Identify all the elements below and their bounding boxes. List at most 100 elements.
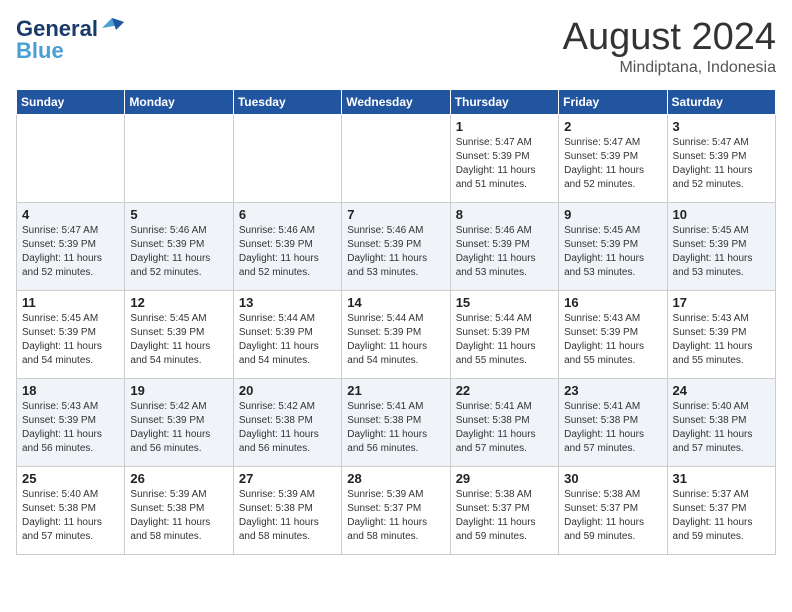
table-row	[17, 115, 125, 203]
day-info: Sunrise: 5:46 AM Sunset: 5:39 PM Dayligh…	[239, 224, 336, 280]
col-thursday: Thursday	[450, 90, 558, 115]
day-info: Sunrise: 5:39 AM Sunset: 5:38 PM Dayligh…	[130, 488, 227, 544]
table-row: 24 Sunrise: 5:40 AM Sunset: 5:38 PM Dayli…	[667, 379, 775, 467]
day-number: 31	[673, 471, 770, 486]
table-row: 8 Sunrise: 5:46 AM Sunset: 5:39 PM Daylig…	[450, 203, 558, 291]
day-info: Sunrise: 5:41 AM Sunset: 5:38 PM Dayligh…	[564, 400, 661, 456]
table-row: 20 Sunrise: 5:42 AM Sunset: 5:38 PM Dayli…	[233, 379, 341, 467]
day-info: Sunrise: 5:37 AM Sunset: 5:37 PM Dayligh…	[673, 488, 770, 544]
table-row: 7 Sunrise: 5:46 AM Sunset: 5:39 PM Daylig…	[342, 203, 450, 291]
table-row: 30 Sunrise: 5:38 AM Sunset: 5:37 PM Dayli…	[559, 467, 667, 555]
table-row: 14 Sunrise: 5:44 AM Sunset: 5:39 PM Dayli…	[342, 291, 450, 379]
day-info: Sunrise: 5:45 AM Sunset: 5:39 PM Dayligh…	[673, 224, 770, 280]
day-info: Sunrise: 5:40 AM Sunset: 5:38 PM Dayligh…	[22, 488, 119, 544]
day-info: Sunrise: 5:43 AM Sunset: 5:39 PM Dayligh…	[22, 400, 119, 456]
day-info: Sunrise: 5:44 AM Sunset: 5:39 PM Dayligh…	[347, 312, 444, 368]
col-saturday: Saturday	[667, 90, 775, 115]
day-number: 9	[564, 207, 661, 222]
day-info: Sunrise: 5:46 AM Sunset: 5:39 PM Dayligh…	[456, 224, 553, 280]
table-row: 28 Sunrise: 5:39 AM Sunset: 5:37 PM Dayli…	[342, 467, 450, 555]
day-info: Sunrise: 5:43 AM Sunset: 5:39 PM Dayligh…	[673, 312, 770, 368]
logo: General Blue	[16, 16, 124, 64]
table-row: 17 Sunrise: 5:43 AM Sunset: 5:39 PM Dayli…	[667, 291, 775, 379]
table-row: 22Sunrise: 5:41 AM Sunset: 5:38 PM Dayli…	[450, 379, 558, 467]
day-number: 28	[347, 471, 444, 486]
day-info: Sunrise: 5:46 AM Sunset: 5:39 PM Dayligh…	[347, 224, 444, 280]
day-info: Sunrise: 5:38 AM Sunset: 5:37 PM Dayligh…	[564, 488, 661, 544]
logo-blue-text: Blue	[16, 38, 64, 64]
table-row: 23 Sunrise: 5:41 AM Sunset: 5:38 PM Dayli…	[559, 379, 667, 467]
table-row: 10 Sunrise: 5:45 AM Sunset: 5:39 PM Dayli…	[667, 203, 775, 291]
day-number: 12	[130, 295, 227, 310]
location-subtitle: Mindiptana, Indonesia	[563, 59, 776, 77]
table-row: 19Sunrise: 5:42 AM Sunset: 5:39 PM Dayli…	[125, 379, 233, 467]
day-info: Sunrise: 5:47 AM Sunset: 5:39 PM Dayligh…	[22, 224, 119, 280]
calendar-week-row: 11 Sunrise: 5:45 AM Sunset: 5:39 PM Dayli…	[17, 291, 776, 379]
day-number: 17	[673, 295, 770, 310]
day-number: 5	[130, 207, 227, 222]
day-info: Sunrise: 5:42 AM Sunset: 5:38 PM Dayligh…	[239, 400, 336, 456]
calendar-week-row: 18Sunrise: 5:43 AM Sunset: 5:39 PM Dayli…	[17, 379, 776, 467]
day-number: 21	[347, 383, 444, 398]
table-row: 11 Sunrise: 5:45 AM Sunset: 5:39 PM Dayli…	[17, 291, 125, 379]
table-row: 21 Sunrise: 5:41 AM Sunset: 5:38 PM Dayli…	[342, 379, 450, 467]
table-row: 1 Sunrise: 5:47 AM Sunset: 5:39 PM Daylig…	[450, 115, 558, 203]
calendar-header-row: Sunday Monday Tuesday Wednesday Thursday…	[17, 90, 776, 115]
day-number: 8	[456, 207, 553, 222]
day-number: 16	[564, 295, 661, 310]
table-row: 15 Sunrise: 5:44 AM Sunset: 5:39 PM Dayli…	[450, 291, 558, 379]
day-info: Sunrise: 5:41 AM Sunset: 5:38 PM Dayligh…	[347, 400, 444, 456]
day-info: Sunrise: 5:47 AM Sunset: 5:39 PM Dayligh…	[456, 136, 553, 192]
day-info: Sunrise: 5:44 AM Sunset: 5:39 PM Dayligh…	[239, 312, 336, 368]
table-row: 25 Sunrise: 5:40 AM Sunset: 5:38 PM Dayli…	[17, 467, 125, 555]
col-monday: Monday	[125, 90, 233, 115]
day-number: 7	[347, 207, 444, 222]
day-info: Sunrise: 5:43 AM Sunset: 5:39 PM Dayligh…	[564, 312, 661, 368]
table-row: 9 Sunrise: 5:45 AM Sunset: 5:39 PM Daylig…	[559, 203, 667, 291]
col-wednesday: Wednesday	[342, 90, 450, 115]
day-number: 6	[239, 207, 336, 222]
day-number: 3	[673, 119, 770, 134]
table-row: 16 Sunrise: 5:43 AM Sunset: 5:39 PM Dayli…	[559, 291, 667, 379]
table-row	[342, 115, 450, 203]
day-number: 30	[564, 471, 661, 486]
header: General Blue August 2024 Mindiptana, Ind…	[16, 16, 776, 77]
day-info: Sunrise: 5:47 AM Sunset: 5:39 PM Dayligh…	[673, 136, 770, 192]
day-info: Sunrise: 5:39 AM Sunset: 5:37 PM Dayligh…	[347, 488, 444, 544]
day-number: 24	[673, 383, 770, 398]
day-info: Sunrise: 5:40 AM Sunset: 5:38 PM Dayligh…	[673, 400, 770, 456]
col-tuesday: Tuesday	[233, 90, 341, 115]
calendar-week-row: 1 Sunrise: 5:47 AM Sunset: 5:39 PM Daylig…	[17, 115, 776, 203]
day-number: 2	[564, 119, 661, 134]
day-info: Sunrise: 5:45 AM Sunset: 5:39 PM Dayligh…	[130, 312, 227, 368]
table-row: 27Sunrise: 5:39 AM Sunset: 5:38 PM Dayli…	[233, 467, 341, 555]
day-number: 19	[130, 383, 227, 398]
month-year-title: August 2024	[563, 16, 776, 59]
day-info: Sunrise: 5:44 AM Sunset: 5:39 PM Dayligh…	[456, 312, 553, 368]
day-info: Sunrise: 5:45 AM Sunset: 5:39 PM Dayligh…	[564, 224, 661, 280]
day-number: 25	[22, 471, 119, 486]
day-number: 20	[239, 383, 336, 398]
day-number: 22	[456, 383, 553, 398]
table-row: 2Sunrise: 5:47 AM Sunset: 5:39 PM Daylig…	[559, 115, 667, 203]
table-row: 4Sunrise: 5:47 AM Sunset: 5:39 PM Daylig…	[17, 203, 125, 291]
title-area: August 2024 Mindiptana, Indonesia	[563, 16, 776, 77]
calendar-week-row: 4Sunrise: 5:47 AM Sunset: 5:39 PM Daylig…	[17, 203, 776, 291]
day-number: 15	[456, 295, 553, 310]
day-number: 10	[673, 207, 770, 222]
day-number: 23	[564, 383, 661, 398]
day-info: Sunrise: 5:45 AM Sunset: 5:39 PM Dayligh…	[22, 312, 119, 368]
day-number: 13	[239, 295, 336, 310]
day-number: 11	[22, 295, 119, 310]
day-number: 29	[456, 471, 553, 486]
table-row: 3 Sunrise: 5:47 AM Sunset: 5:39 PM Daylig…	[667, 115, 775, 203]
day-number: 26	[130, 471, 227, 486]
day-number: 14	[347, 295, 444, 310]
table-row: 31 Sunrise: 5:37 AM Sunset: 5:37 PM Dayli…	[667, 467, 775, 555]
day-number: 1	[456, 119, 553, 134]
table-row: 6 Sunrise: 5:46 AM Sunset: 5:39 PM Daylig…	[233, 203, 341, 291]
table-row: 13 Sunrise: 5:44 AM Sunset: 5:39 PM Dayli…	[233, 291, 341, 379]
logo-bird-icon	[102, 18, 124, 36]
table-row	[125, 115, 233, 203]
col-sunday: Sunday	[17, 90, 125, 115]
